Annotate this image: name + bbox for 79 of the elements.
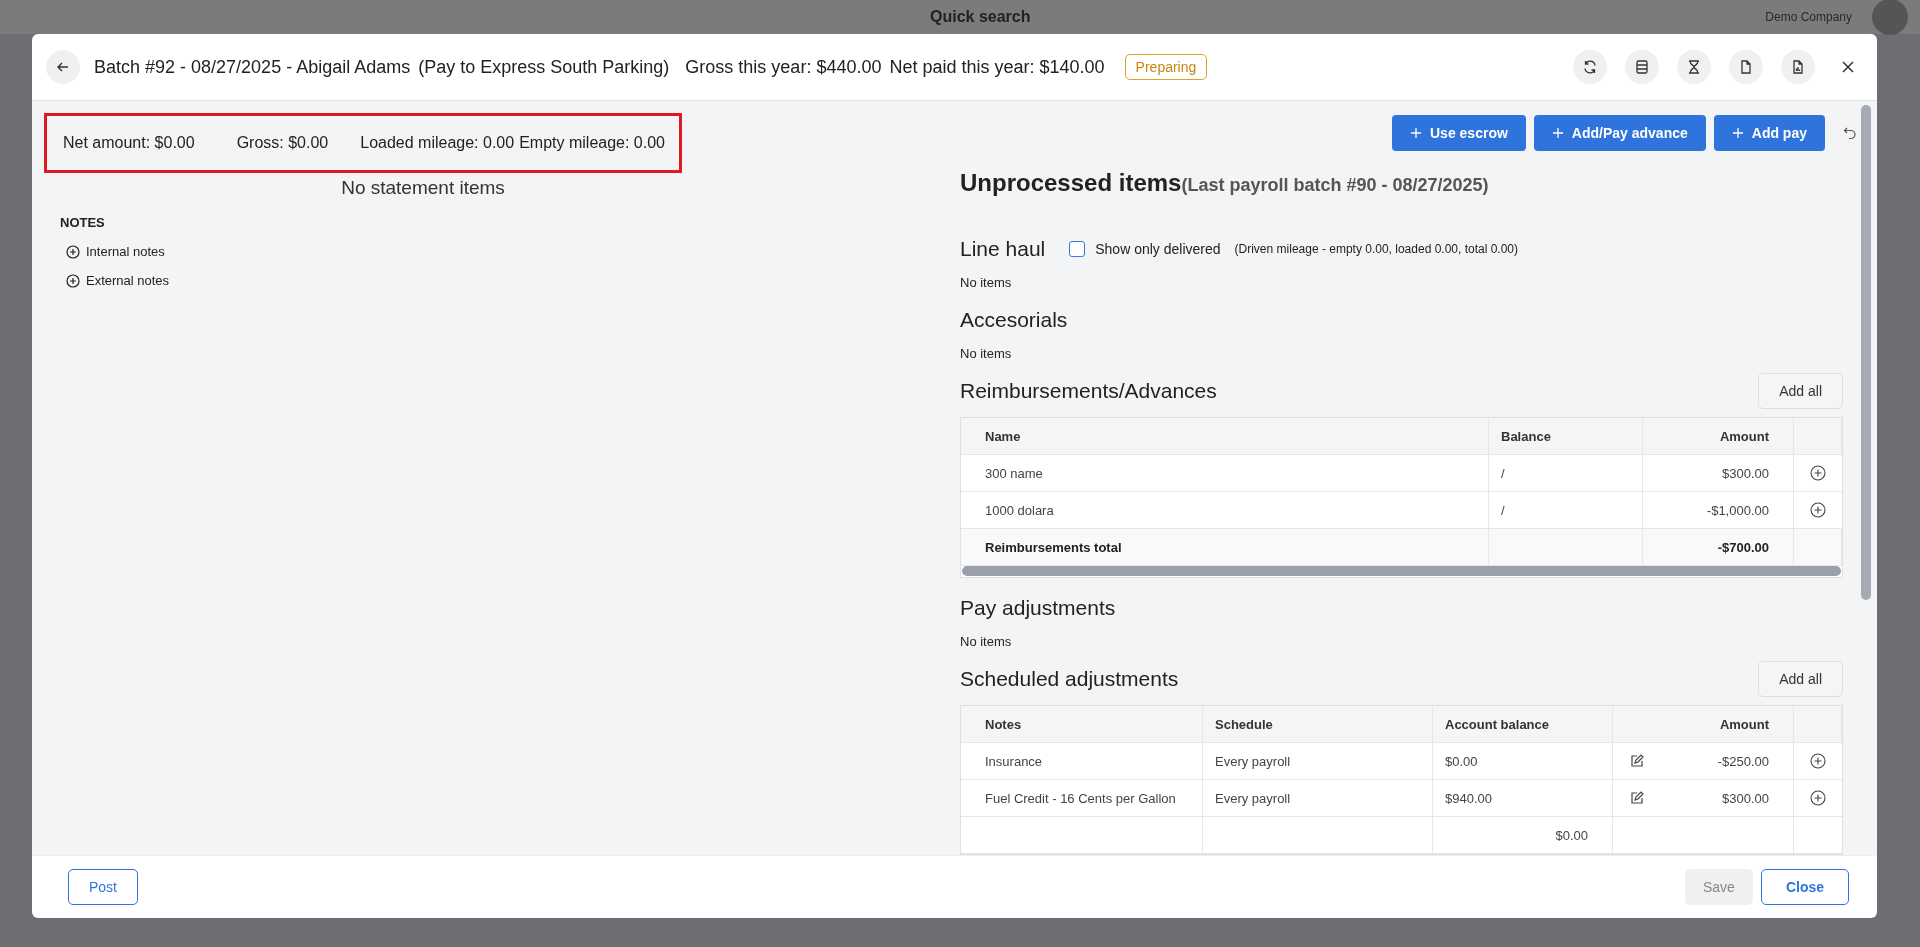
company-name: Demo Company	[1765, 10, 1852, 24]
column-header: Schedule	[1203, 706, 1433, 742]
gross-year-text: Gross this year: $440.00	[685, 56, 882, 78]
add-note-link[interactable]: External notes	[66, 273, 170, 288]
table-cell: $300.00	[1643, 455, 1794, 491]
table-cell: Fuel Credit - 16 Cents per Gallon	[985, 790, 1176, 806]
plus-circle-icon	[66, 244, 80, 259]
search-placeholder[interactable]: Quick search	[930, 8, 1031, 26]
table-cell: /	[1489, 492, 1643, 528]
action-button[interactable]: Add/Pay advance	[1533, 115, 1706, 151]
total-label: Reimbursements total	[961, 529, 1489, 565]
table-cell: Insurance	[985, 753, 1043, 769]
table-cell: /	[1489, 455, 1643, 491]
summary-value: Net amount: $0.00	[63, 134, 195, 152]
table-cell: Every payroll	[1215, 753, 1291, 769]
add-all-button[interactable]: Add all	[1758, 661, 1843, 697]
total-value: -$700.00	[1643, 529, 1794, 565]
empty-message: No statement items	[340, 177, 506, 199]
table-cell: $0.00	[1445, 753, 1478, 769]
table-cell: Every payroll	[1215, 790, 1291, 806]
notes-heading: NOTES	[60, 215, 106, 230]
summary-value: Loaded mileage: 0.00	[360, 134, 515, 152]
back-button[interactable]	[46, 50, 80, 84]
close-button[interactable]: Close	[1760, 869, 1849, 905]
close-icon[interactable]	[1841, 60, 1855, 74]
section-heading: Accesorials	[960, 308, 1069, 332]
edit-icon[interactable]	[1629, 790, 1645, 806]
undo-icon[interactable]	[1843, 126, 1857, 140]
section-heading: Scheduled adjustments	[960, 667, 1179, 691]
empty-message: No items	[960, 346, 1013, 361]
report-document-icon[interactable]	[1781, 50, 1815, 84]
edit-icon[interactable]	[1629, 753, 1645, 769]
plus-icon	[1551, 127, 1564, 139]
table-cell: $0.00	[1555, 827, 1588, 843]
horizontal-scrollbar[interactable]	[962, 566, 1841, 576]
hourglass-icon[interactable]	[1677, 50, 1711, 84]
add-circle-icon[interactable]	[1810, 465, 1826, 481]
add-note-link[interactable]: Internal notes	[66, 244, 165, 259]
net-year-text: Net paid this year: $140.00	[889, 56, 1105, 78]
table-cell: 1000 dolara	[961, 492, 1489, 528]
column-header: Amount	[1613, 706, 1794, 742]
empty-message: No items	[960, 634, 1013, 649]
add-circle-icon[interactable]	[1810, 502, 1826, 518]
status-badge: Preparing	[1124, 54, 1208, 80]
plus-icon	[1731, 127, 1744, 139]
section-heading: Line haul	[960, 237, 1046, 261]
add-circle-icon[interactable]	[1810, 753, 1826, 769]
table-cell: $940.00	[1445, 790, 1492, 806]
section-subtitle: (Last payroll batch #90 - 08/27/2025)	[1181, 175, 1489, 195]
pay-to-text: (Pay to Express South Parking)	[418, 56, 670, 78]
add-all-button[interactable]: Add all	[1758, 373, 1843, 409]
add-circle-icon[interactable]	[1810, 790, 1826, 806]
list-icon[interactable]	[1625, 50, 1659, 84]
show-delivered-checkbox[interactable]: Show only delivered	[1069, 241, 1221, 257]
section-heading: Reimbursements/Advances	[960, 379, 1217, 403]
column-header: Notes	[961, 706, 1203, 742]
plus-circle-icon	[66, 273, 80, 288]
mileage-text: (Driven mileage - empty 0.00, loaded 0.00, total 0.00)	[1234, 242, 1519, 256]
vertical-scrollbar[interactable]	[1861, 105, 1871, 600]
dialog-title: Batch #92 - 08/27/2025 - Abigail Adams	[94, 56, 411, 78]
column-header: Amount	[1643, 418, 1794, 454]
empty-message: No items	[960, 275, 1013, 290]
post-button[interactable]: Post	[68, 869, 138, 905]
plus-icon	[1410, 127, 1422, 139]
column-header: Name	[961, 418, 1489, 454]
section-title: Unprocessed items	[960, 169, 1182, 196]
column-header: Balance	[1489, 418, 1643, 454]
section-heading: Pay adjustments	[960, 596, 1117, 620]
column-header: Account balance	[1433, 706, 1613, 742]
summary-value: Gross: $0.00	[236, 134, 329, 152]
summary-value: Empty mileage: 0.00	[519, 134, 665, 152]
action-button[interactable]: Use escrow	[1392, 115, 1526, 151]
table-cell: -$250.00	[1717, 753, 1769, 769]
table-cell: -$1,000.00	[1643, 492, 1794, 528]
refresh-icon[interactable]	[1573, 50, 1607, 84]
action-button[interactable]: Add pay	[1713, 115, 1825, 151]
table-cell: 300 name	[961, 455, 1489, 491]
table-cell: $300.00	[1722, 790, 1769, 806]
document-icon[interactable]	[1729, 50, 1763, 84]
